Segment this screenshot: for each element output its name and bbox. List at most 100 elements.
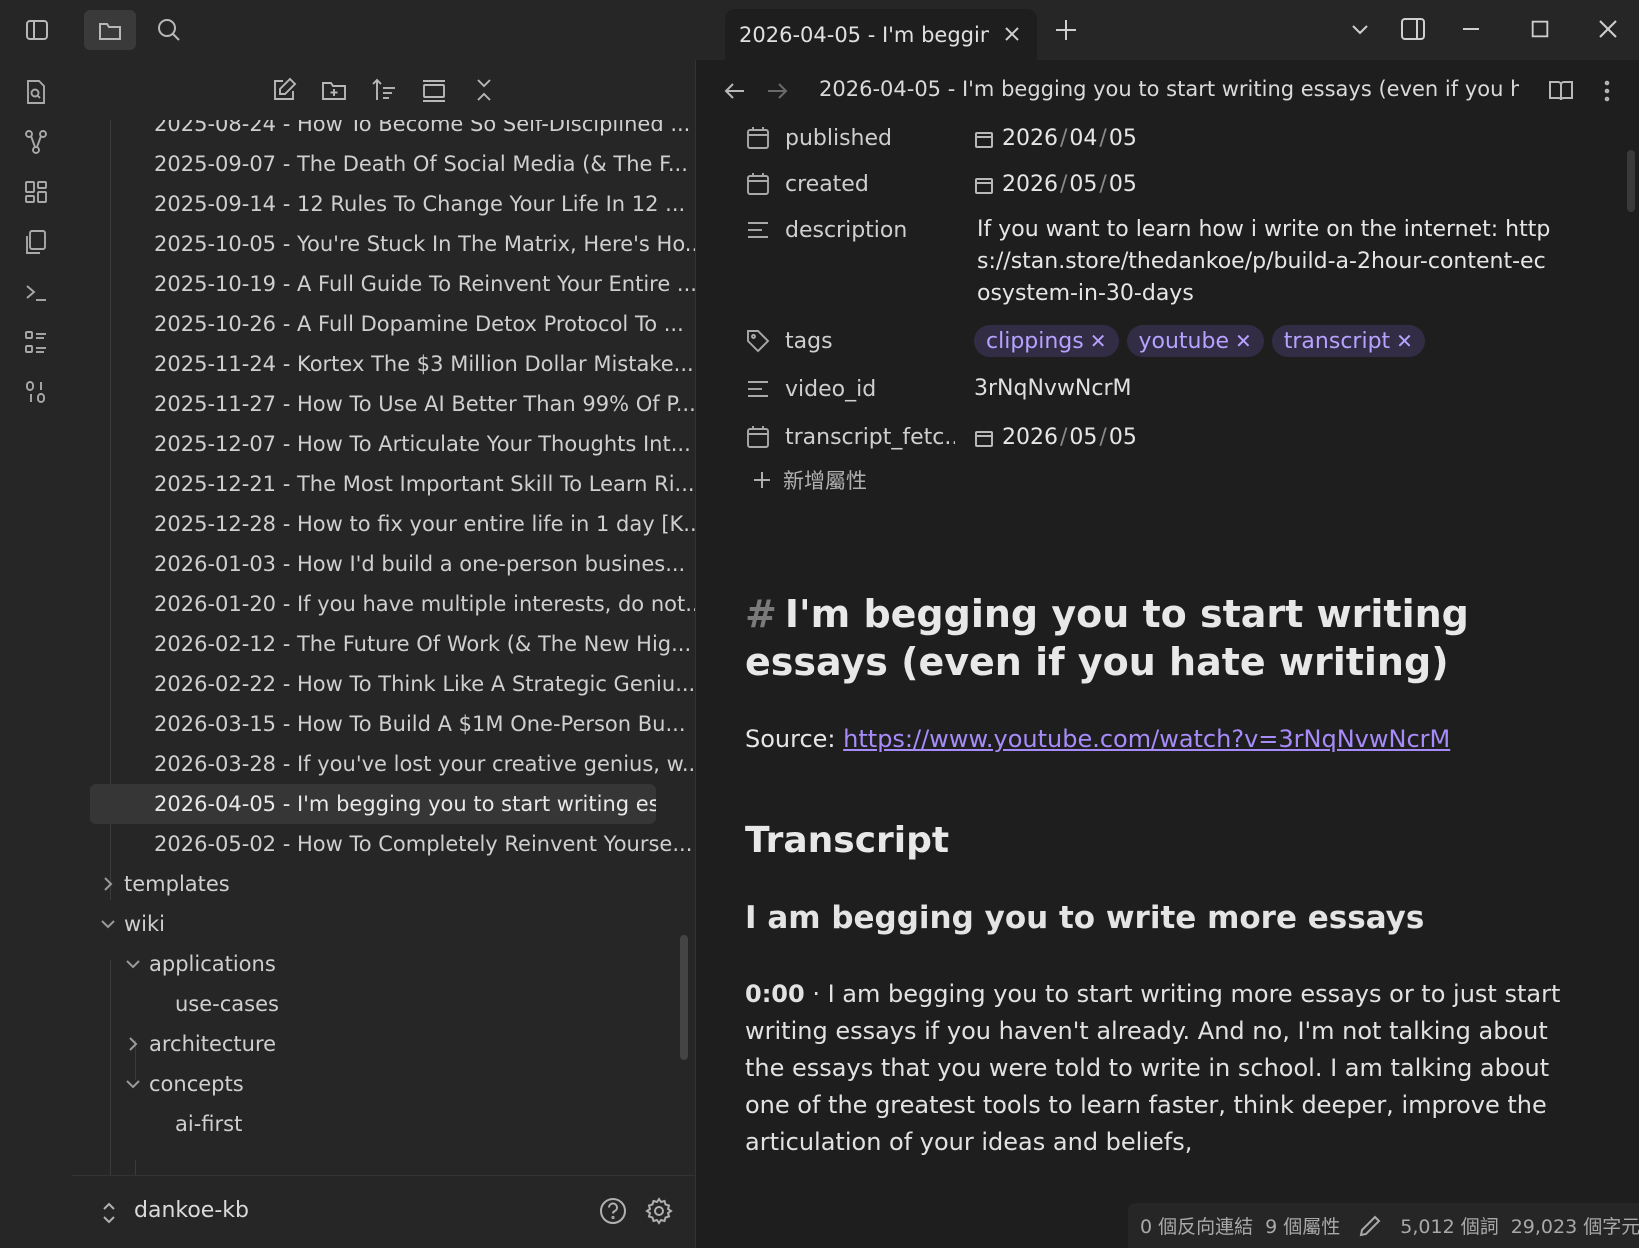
remove-tag-icon[interactable]: ✕ (1396, 329, 1413, 353)
file-item[interactable]: 2025-12-07 - How To Articulate Your Thou… (154, 424, 691, 464)
file-item[interactable]: 2026-01-03 - How I'd build a one-person … (154, 544, 685, 584)
status-char-count: 29,023 個字元 (1510, 1216, 1639, 1238)
status-backlinks[interactable]: 0 個反向連結 (1140, 1212, 1253, 1239)
file-explorer-tab-button[interactable] (84, 10, 136, 50)
folder-architecture[interactable]: architecture (123, 1024, 276, 1064)
date-month: 05 (1069, 425, 1098, 450)
close-window-button[interactable] (1593, 14, 1623, 44)
settings-button[interactable] (644, 1196, 674, 1226)
file-item[interactable]: 2025-09-07 - The Death Of Social Media (… (154, 144, 688, 184)
file-item[interactable]: 2025-11-27 - How To Use AI Better Than 9… (154, 384, 695, 424)
folder-ai-first[interactable]: ai-first (175, 1104, 242, 1144)
ribbon-canvas-button[interactable] (22, 178, 50, 206)
property-value-created[interactable]: 2026/05/05 (974, 172, 1137, 197)
property-tags[interactable]: tags (745, 321, 955, 361)
new-tab-button[interactable] (1052, 16, 1080, 44)
date-year: 2026 (1002, 425, 1058, 450)
toggle-left-sidebar-button[interactable] (11, 10, 63, 50)
property-created[interactable]: created (745, 164, 955, 204)
ribbon-bases-button[interactable] (22, 328, 50, 356)
folder-templates[interactable]: templates (98, 864, 230, 904)
property-video-id[interactable]: video_id (745, 369, 955, 409)
back-button[interactable] (722, 78, 748, 104)
add-property-button[interactable]: 新增屬性 (751, 465, 867, 495)
file-item[interactable]: 2026-03-28 - If you've lost your creativ… (154, 744, 695, 784)
minimize-button[interactable] (1456, 14, 1486, 44)
auto-reveal-button[interactable] (420, 76, 450, 106)
view-header-title[interactable]: 2026-04-05 - I'm begging you to start wr… (819, 77, 1519, 101)
ribbon-binary-button[interactable] (22, 378, 50, 406)
reading-view-button[interactable] (1547, 77, 1575, 105)
graph-icon (25, 130, 47, 154)
property-value-video-id[interactable]: 3rNqNvwNcrM (974, 376, 1132, 401)
vault-switcher-button[interactable] (98, 1200, 120, 1226)
file-item[interactable]: 2026-05-02 - How To Completely Reinvent … (154, 824, 692, 864)
ribbon-quick-switcher-button[interactable] (22, 78, 50, 106)
file-item[interactable]: 2025-10-05 - You're Stuck In The Matrix,… (154, 224, 695, 264)
folder-use-cases[interactable]: use-cases (175, 984, 279, 1024)
remove-tag-icon[interactable]: ✕ (1235, 329, 1252, 353)
chevron-right-icon (123, 1034, 143, 1054)
tab-close-button[interactable] (1001, 23, 1023, 45)
property-description[interactable]: description (745, 210, 955, 250)
maximize-button[interactable] (1525, 14, 1555, 44)
ribbon-graph-button[interactable] (22, 128, 50, 156)
new-folder-button[interactable] (320, 76, 350, 106)
folder-concepts[interactable]: concepts (123, 1064, 244, 1104)
search-icon (158, 19, 180, 41)
property-transcript-fetched[interactable]: transcript_fetc... (745, 417, 955, 457)
transcript-paragraph[interactable]: 0:00 · I am begging you to start writing… (745, 976, 1565, 1161)
file-item[interactable]: 2025-08-24 - How To Become So Self-Disci… (154, 120, 694, 144)
file-item[interactable]: 2026-02-12 - The Future Of Work (& The N… (154, 624, 691, 664)
note-tab[interactable]: 2026-04-05 - I'm beggin... (725, 9, 1037, 60)
help-button[interactable] (598, 1196, 628, 1226)
file-item[interactable]: 2025-11-24 - Kortex The $3 Million Dolla… (154, 344, 694, 384)
note-heading-1[interactable]: # I'm begging you to start writing essays… (745, 590, 1565, 686)
property-value-published[interactable]: 2026/04/05 (974, 126, 1137, 151)
folder-wiki[interactable]: wiki (98, 904, 165, 944)
property-value-description[interactable]: If you want to learn how i write on the … (977, 214, 1557, 310)
tag-pill[interactable]: youtube ✕ (1126, 325, 1264, 357)
tag-icon (745, 328, 771, 354)
search-tab-button[interactable] (143, 10, 195, 50)
tab-list-button[interactable] (1345, 14, 1375, 44)
file-item[interactable]: 2026-03-15 - How To Build A $1M One-Pers… (154, 704, 686, 744)
chevrons-up-down-icon (103, 1202, 115, 1224)
folder-label: wiki (124, 912, 166, 936)
file-item[interactable]: 2025-12-28 - How to fix your entire life… (154, 504, 695, 544)
folder-applications[interactable]: applications (123, 944, 276, 984)
status-properties[interactable]: 9 個屬性 (1265, 1212, 1340, 1239)
note-heading-3[interactable]: I am begging you to write more essays (745, 900, 1424, 936)
note-heading-2[interactable]: Transcript (745, 820, 949, 861)
ribbon-templates-button[interactable] (22, 228, 50, 256)
file-item-active[interactable]: 2026-04-05 - I'm begging you to start wr… (90, 784, 656, 824)
vault-name[interactable]: dankoe-kb (134, 1198, 249, 1223)
property-key: created (785, 171, 869, 197)
new-note-button[interactable] (270, 76, 300, 106)
file-item[interactable]: 2025-10-26 - A Full Dopamine Detox Proto… (154, 304, 684, 344)
edit-mode-button[interactable] (1358, 1214, 1382, 1238)
file-item[interactable]: 2025-10-19 - A Full Guide To Reinvent Yo… (154, 264, 695, 304)
tag-pill[interactable]: transcript ✕ (1271, 325, 1425, 357)
property-key: published (785, 125, 893, 151)
forward-button[interactable] (764, 78, 790, 104)
tag-pill[interactable]: clippings ✕ (974, 325, 1119, 357)
file-item[interactable]: 2025-12-21 - The Most Important Skill To… (154, 464, 695, 504)
collapse-all-button[interactable] (470, 76, 500, 106)
sidebar-scrollbar[interactable] (680, 935, 688, 1060)
sort-button[interactable] (370, 76, 400, 106)
editor-scrollbar[interactable] (1627, 150, 1635, 212)
remove-tag-icon[interactable]: ✕ (1090, 329, 1107, 353)
toggle-right-sidebar-button[interactable] (1398, 14, 1428, 44)
ribbon-command-palette-button[interactable] (22, 278, 50, 306)
property-published[interactable]: published (745, 118, 955, 158)
layout-grid-icon (25, 181, 47, 203)
more-options-button[interactable] (1593, 77, 1621, 105)
file-item[interactable]: 2026-02-22 - How To Think Like A Strateg… (154, 664, 695, 704)
source-link[interactable]: https://www.youtube.com/watch?v=3rNqNvwN… (843, 725, 1450, 753)
date-year: 2026 (1002, 126, 1058, 151)
close-icon (1599, 20, 1617, 38)
property-value-transcript-fetched[interactable]: 2026/05/05 (974, 425, 1137, 450)
file-item[interactable]: 2026-01-20 - If you have multiple intere… (154, 584, 695, 624)
file-item[interactable]: 2025-09-14 - 12 Rules To Change Your Lif… (154, 184, 685, 224)
